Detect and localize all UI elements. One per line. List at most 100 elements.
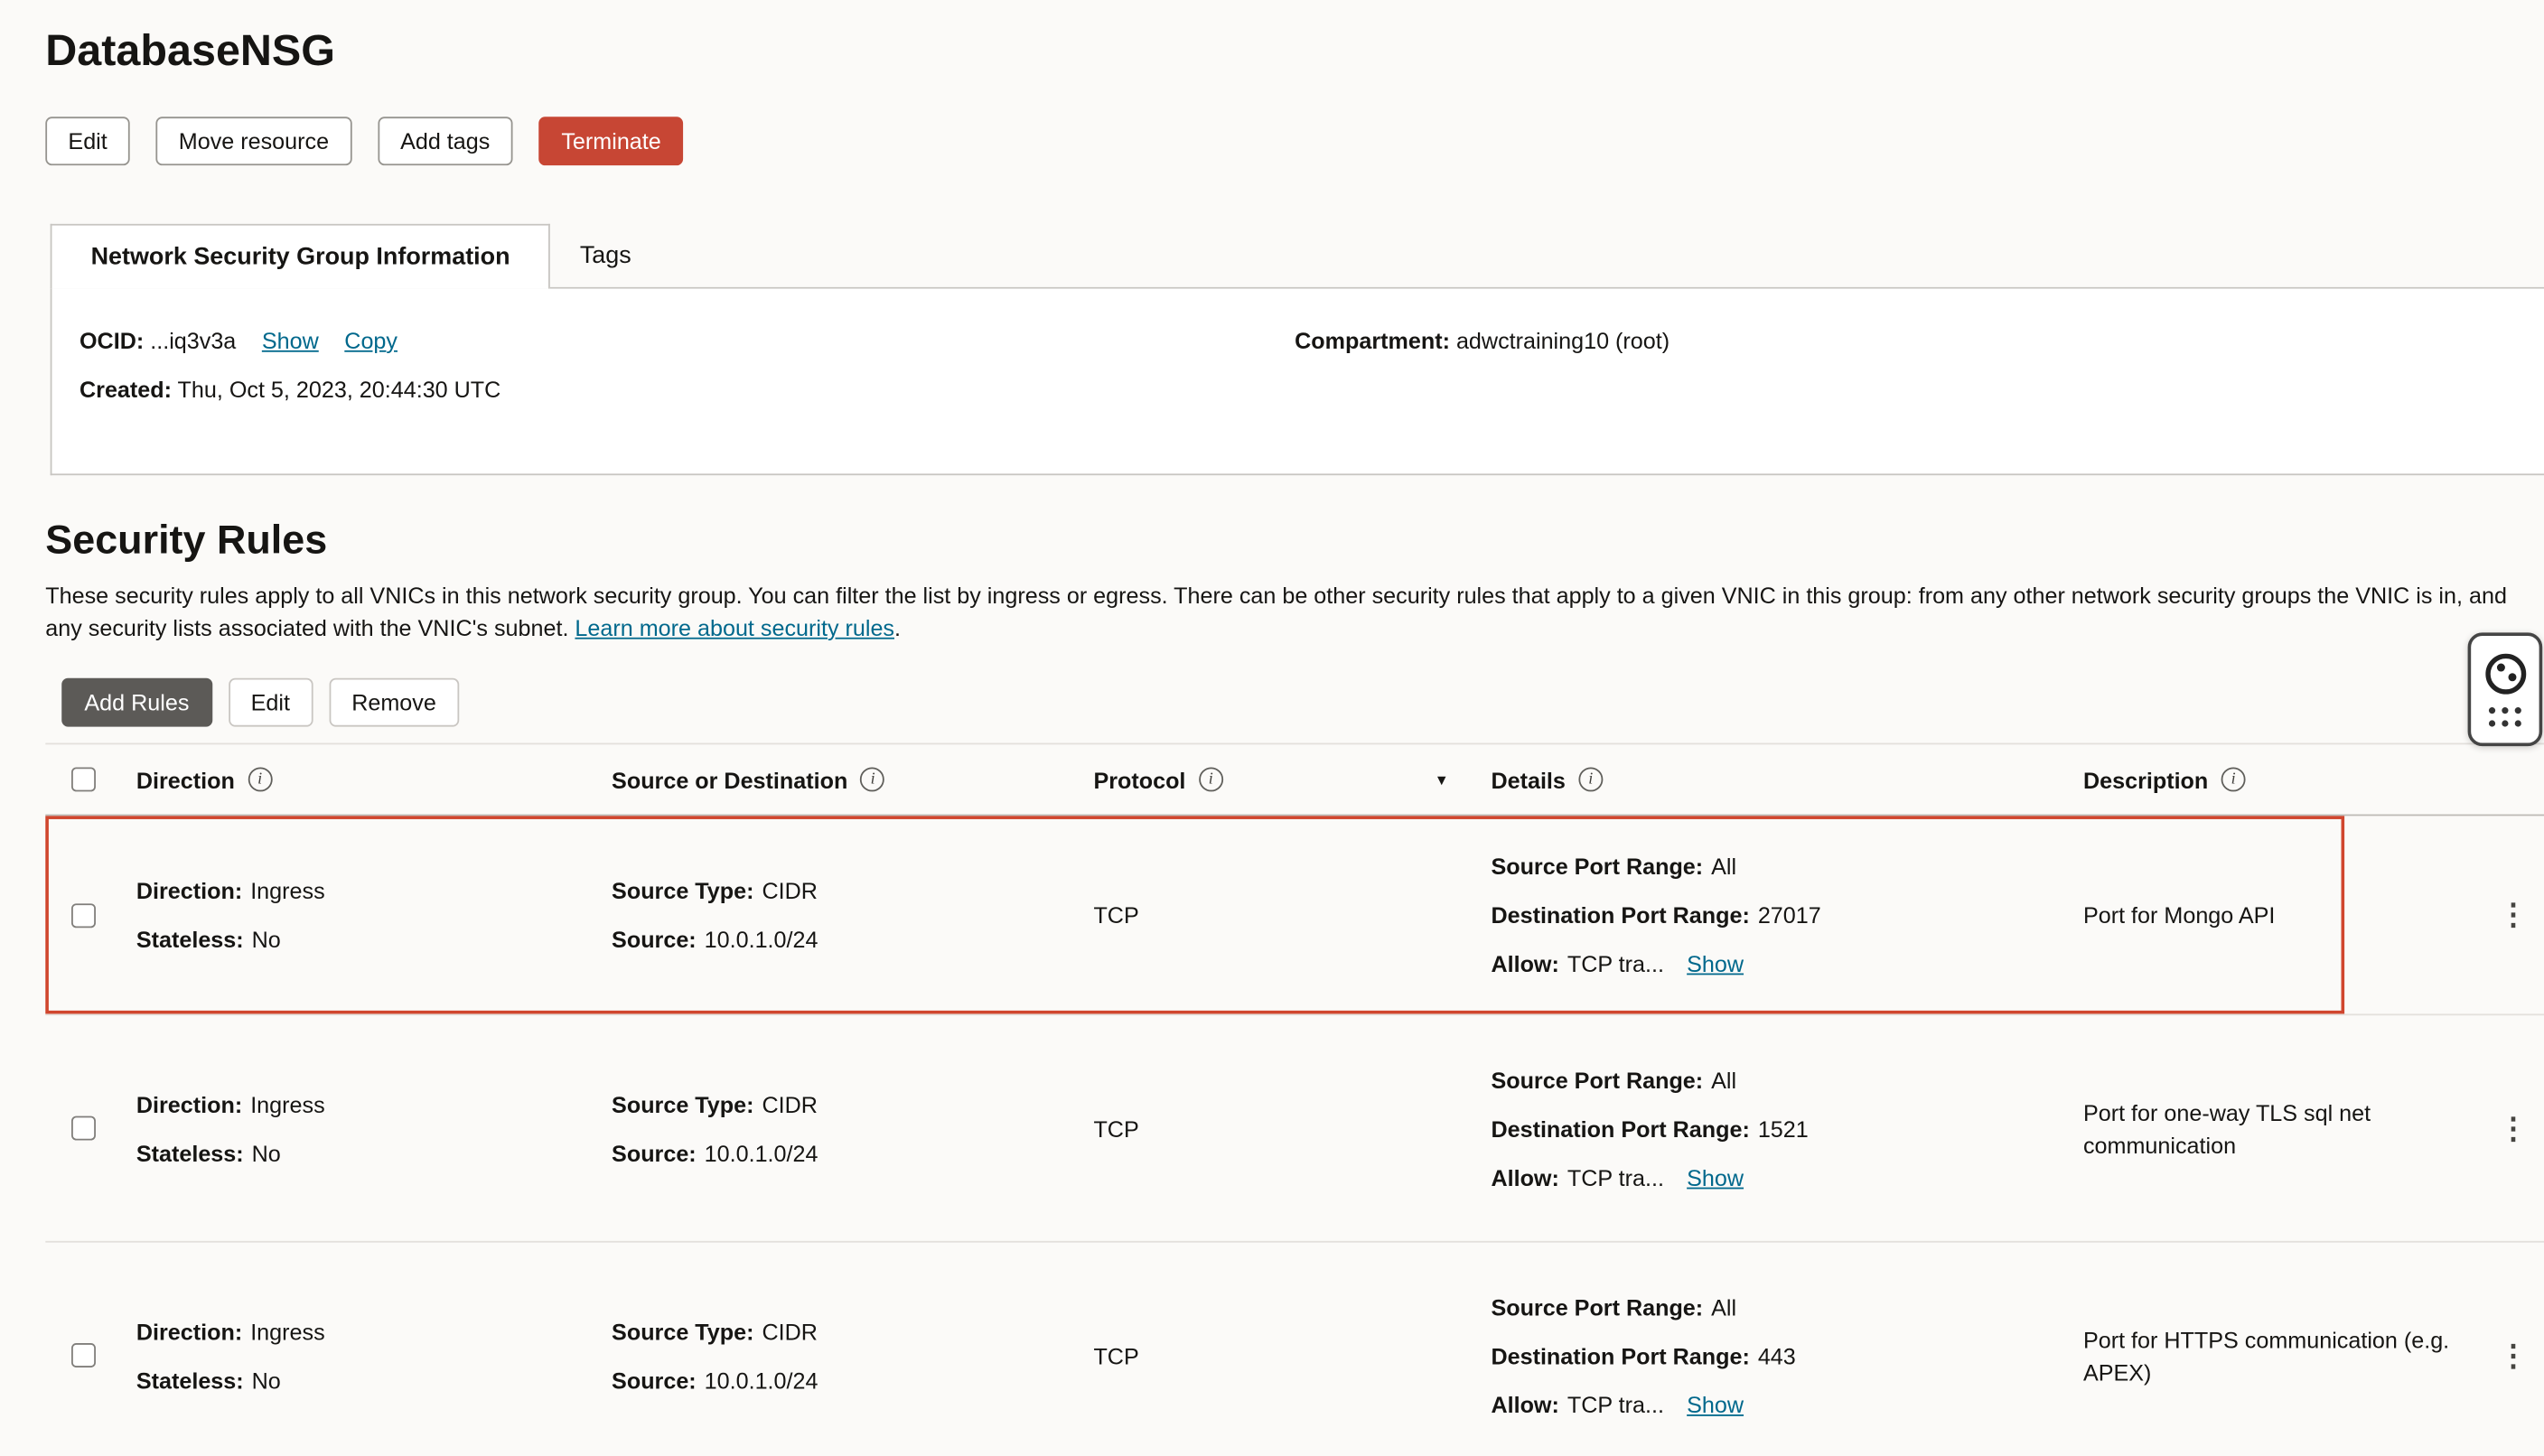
direction-value: Ingress: [250, 878, 324, 904]
record-circle-icon[interactable]: [2484, 653, 2525, 694]
source-cell: Source Type:CIDR Source:10.0.1.0/24: [589, 866, 1071, 964]
panel-right-column: Compartment: adwctraining10 (root): [1295, 324, 1670, 357]
protocol-value: TCP: [1093, 1115, 1138, 1142]
compartment-label: Compartment:: [1295, 328, 1450, 354]
created-value: Thu, Oct 5, 2023, 20:44:30 UTC: [178, 377, 501, 403]
nsg-information-panel: OCID: ...iq3v3a Show Copy Created: Thu, …: [51, 289, 2544, 476]
direction-label: Direction:: [136, 1091, 242, 1117]
header-source-or-destination: Source or Destination i: [589, 767, 1071, 793]
add-tags-button[interactable]: Add tags: [378, 117, 513, 165]
direction-value: Ingress: [250, 1091, 324, 1117]
direction-cell: Direction: Ingress Stateless: No: [114, 1079, 589, 1177]
source-port-label: Source Port Range:: [1491, 854, 1703, 880]
stateless-label: Stateless:: [136, 1367, 244, 1393]
source-value: 10.0.1.0/24: [705, 926, 818, 952]
row-checkbox[interactable]: [71, 1116, 96, 1141]
kebab-menu-icon[interactable]: ⋮: [2493, 1107, 2535, 1150]
info-icon[interactable]: i: [1578, 767, 1603, 791]
details-cell: Source Port Range:All Destination Port R…: [1468, 1055, 2061, 1201]
tab-nsg-information[interactable]: Network Security Group Information: [51, 224, 551, 289]
kebab-menu-icon[interactable]: ⋮: [2493, 1334, 2535, 1377]
stateless-value: No: [252, 1140, 281, 1166]
info-icon[interactable]: i: [861, 767, 885, 791]
source-type-label: Source Type:: [612, 878, 753, 904]
stateless-label: Stateless:: [136, 1140, 244, 1166]
rules-edit-button[interactable]: Edit: [228, 678, 313, 727]
direction-label: Direction:: [136, 878, 242, 904]
source-label: Source:: [612, 1140, 697, 1166]
page-actions: Edit Move resource Add tags Terminate: [45, 117, 2544, 165]
move-resource-button[interactable]: Move resource: [156, 117, 352, 165]
description-cell: Port for Mongo API: [2061, 899, 2495, 931]
rules-remove-button[interactable]: Remove: [329, 678, 459, 727]
protocol-cell: TCP: [1071, 1115, 1468, 1142]
caret-down-icon[interactable]: ▼: [1435, 771, 1449, 788]
source-port-label: Source Port Range:: [1491, 1067, 1703, 1093]
description-cell: Port for HTTPS communication (e.g. APEX): [2061, 1323, 2495, 1388]
source-label: Source:: [612, 1367, 697, 1393]
allow-show-link[interactable]: Show: [1687, 1391, 1744, 1417]
allow-show-link[interactable]: Show: [1687, 1164, 1744, 1190]
header-protocol: Protocol i ▼: [1071, 767, 1468, 793]
source-type-label: Source Type:: [612, 1318, 753, 1344]
dest-port-label: Destination Port Range:: [1491, 1342, 1749, 1368]
kebab-menu-icon[interactable]: ⋮: [2493, 894, 2535, 937]
allow-label: Allow:: [1491, 950, 1558, 976]
select-all-checkbox[interactable]: [71, 767, 96, 791]
source-cell: Source Type:CIDR Source:10.0.1.0/24: [589, 1307, 1071, 1405]
row-checkbox[interactable]: [71, 1343, 96, 1367]
source-type-value: CIDR: [762, 1091, 817, 1117]
source-cell: Source Type: CIDR Source: 10.0.1.0/24: [589, 1079, 1071, 1177]
ocid-value: ...iq3v3a: [150, 328, 236, 354]
ocid-copy-link[interactable]: Copy: [344, 328, 398, 354]
header-protocol-label: Protocol: [1093, 767, 1185, 793]
add-rules-button[interactable]: Add Rules: [61, 678, 211, 727]
stateless-label: Stateless:: [136, 926, 244, 952]
drag-handle-dots-icon[interactable]: [2489, 706, 2521, 726]
security-rules-period: .: [894, 615, 901, 641]
direction-cell: Direction:Ingress Stateless:No: [114, 866, 589, 964]
terminate-button[interactable]: Terminate: [538, 117, 684, 165]
info-icon[interactable]: i: [2221, 767, 2246, 791]
source-type-label: Source Type:: [612, 1091, 753, 1117]
source-port-value: All: [1711, 854, 1736, 880]
edit-button[interactable]: Edit: [45, 117, 130, 165]
table-row: Direction:Ingress Stateless:No Source Ty…: [45, 816, 2544, 1015]
details-cell: Source Port Range: All Destination Port R…: [1468, 842, 2061, 988]
allow-show-link[interactable]: Show: [1687, 950, 1744, 976]
allow-label: Allow:: [1491, 1391, 1558, 1417]
tab-strip: Network Security Group Information Tags: [51, 224, 2544, 289]
tab-tags[interactable]: Tags: [550, 224, 660, 287]
ocid-label: OCID:: [80, 328, 144, 354]
overlay-widget[interactable]: [2468, 632, 2543, 746]
direction-value: Ingress: [250, 1318, 324, 1344]
row-checkbox[interactable]: [71, 902, 96, 927]
description-cell: Port for one-way TLS sql net communicati…: [2061, 1096, 2495, 1161]
learn-more-link[interactable]: Learn more about security rules: [575, 615, 894, 641]
header-description-label: Description: [2083, 767, 2208, 793]
info-icon[interactable]: i: [248, 767, 272, 791]
oci-nsg-page: DatabaseNSG Edit Move resource Add tags …: [0, 0, 2544, 1456]
header-details-label: Details: [1491, 767, 1565, 793]
allow-value: TCP tra...: [1567, 1164, 1664, 1190]
source-value: 10.0.1.0/24: [705, 1367, 818, 1393]
header-details: Details i: [1468, 767, 2061, 793]
dest-port-value: 1521: [1758, 1115, 1809, 1142]
protocol-cell: TCP: [1071, 1342, 1468, 1368]
protocol-value: TCP: [1093, 1342, 1138, 1368]
info-icon[interactable]: i: [1199, 767, 1223, 791]
table-row: Direction:Ingress Stateless:No Source Ty…: [45, 1243, 2544, 1456]
panel-left-column: OCID: ...iq3v3a Show Copy Created: Thu, …: [80, 324, 500, 406]
direction-label: Direction:: [136, 1318, 242, 1344]
dest-port-value: 27017: [1758, 902, 1821, 929]
allow-value: TCP tra...: [1567, 1391, 1664, 1417]
rules-toolbar: Add Rules Edit Remove: [61, 678, 2544, 727]
source-port-value: All: [1711, 1067, 1736, 1093]
dest-port-label: Destination Port Range:: [1491, 902, 1749, 929]
source-label: Source:: [612, 926, 697, 952]
security-rules-description: These security rules apply to all VNICs …: [45, 579, 2524, 644]
security-rules-intro-text: These security rules apply to all VNICs …: [45, 583, 2507, 641]
source-value: 10.0.1.0/24: [705, 1140, 818, 1166]
dest-port-value: 443: [1758, 1342, 1796, 1368]
ocid-show-link[interactable]: Show: [262, 328, 319, 354]
